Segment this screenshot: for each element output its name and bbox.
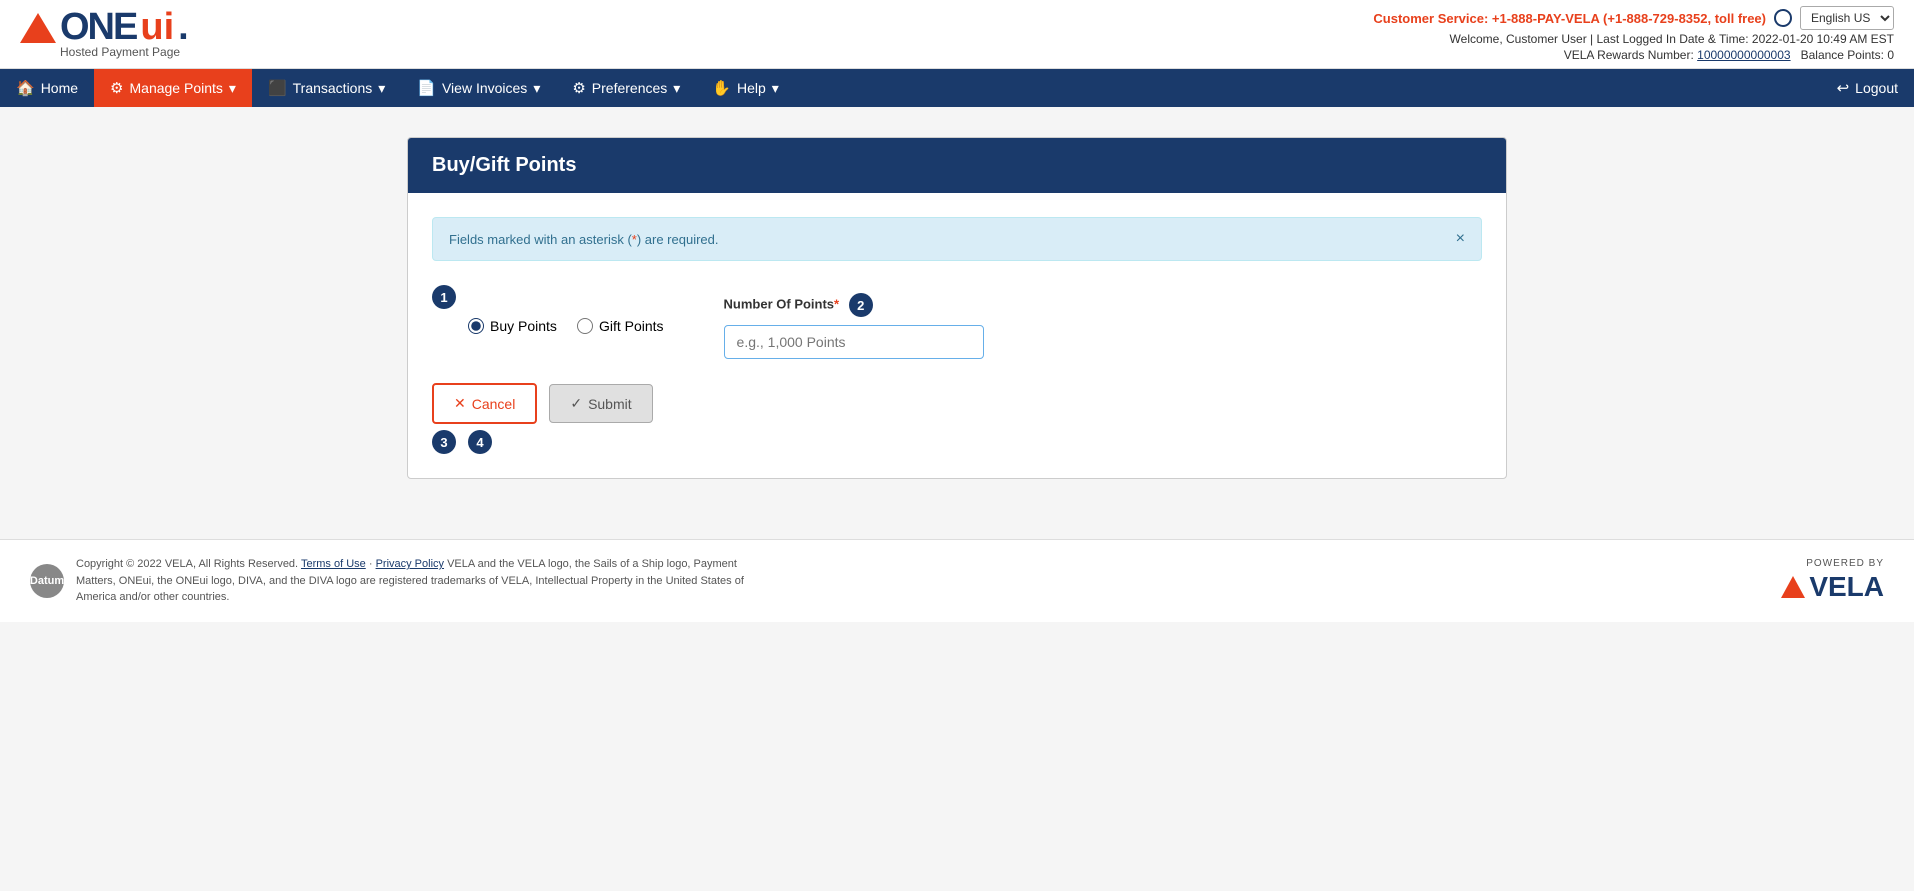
language-select[interactable]: English US [1800, 6, 1894, 30]
points-input-wrapper [724, 325, 984, 359]
transactions-icon: ⬛ [268, 79, 287, 97]
gift-points-radio[interactable] [577, 318, 593, 334]
step1-badge: 1 [432, 285, 456, 309]
vela-brand: VELA [1781, 571, 1884, 603]
nav-view-invoices[interactable]: 📄 View Invoices ▾ [401, 69, 556, 107]
logo-ui: ui [140, 6, 174, 49]
gift-points-option[interactable]: Gift Points [577, 318, 664, 334]
card-body: Fields marked with an asterisk (*) are r… [408, 193, 1506, 478]
step1-section: 1 Buy Points Gift Points [432, 285, 1482, 359]
footer-left: Datum Copyright © 2022 VELA, All Rights … [30, 556, 756, 606]
alert-message: Fields marked with an asterisk (*) are r… [449, 232, 719, 247]
nav-spacer [795, 69, 1821, 107]
cancel-x-icon: ✕ [454, 395, 466, 412]
number-of-points-group: Number Of Points* 2 [724, 293, 984, 359]
logo-dot: . [178, 6, 189, 49]
step2-badge: 2 [849, 293, 873, 317]
nav-transactions-label: Transactions [293, 80, 373, 96]
preferences-chevron: ▾ [673, 80, 680, 97]
buy-points-label: Buy Points [490, 318, 557, 334]
page-title: Buy/Gift Points [432, 154, 576, 176]
submit-button[interactable]: ✓ Submit [549, 384, 652, 423]
powered-by-label: POWERED BY [1806, 558, 1884, 569]
transactions-chevron: ▾ [378, 80, 385, 97]
logo: ONEui. [20, 6, 189, 49]
privacy-link[interactable]: Privacy Policy [376, 558, 444, 570]
buy-gift-points-card: Buy/Gift Points Fields marked with an as… [407, 137, 1507, 479]
logo-area: ONEui. Hosted Payment Page [20, 6, 189, 59]
logout-icon: ↩ [1837, 79, 1850, 97]
btn-row: ✕ Cancel ✓ Submit [432, 383, 1482, 424]
rewards-label: VELA Rewards Number: [1564, 48, 1694, 62]
invoices-icon: 📄 [417, 79, 436, 97]
number-of-points-label: Number Of Points* 2 [724, 293, 984, 317]
datum-logo: Datum [30, 564, 64, 598]
nav-preferences-label: Preferences [592, 80, 667, 96]
globe-icon [1774, 9, 1792, 27]
cancel-button[interactable]: ✕ Cancel [432, 383, 537, 424]
action-buttons-area: ✕ Cancel ✓ Submit 3 4 [432, 383, 1482, 454]
nav-help-label: Help [737, 80, 766, 96]
navbar: 🏠 Home ⚙ Manage Points ▾ ⬛ Transactions … [0, 69, 1914, 107]
welcome-line: Welcome, Customer User | Last Logged In … [1373, 32, 1894, 46]
alert-close-button[interactable]: × [1456, 230, 1465, 248]
help-chevron: ▾ [772, 80, 779, 97]
home-icon: 🏠 [16, 79, 35, 97]
nav-preferences[interactable]: ⚙ Preferences ▾ [556, 69, 696, 107]
nav-view-invoices-label: View Invoices [442, 80, 527, 96]
footer-right: POWERED BY VELA [1781, 558, 1884, 603]
vela-triangle-icon [1781, 576, 1805, 598]
customer-service-text: Customer Service: +1-888-PAY-VELA (+1-88… [1373, 11, 1766, 26]
footer-text: Copyright © 2022 VELA, All Rights Reserv… [76, 556, 756, 606]
cancel-label: Cancel [472, 396, 516, 412]
top-right-info: Customer Service: +1-888-PAY-VELA (+1-88… [1373, 6, 1894, 62]
step3-badge: 3 [432, 430, 456, 454]
nav-help[interactable]: ✋ Help ▾ [696, 69, 795, 107]
buy-points-radio[interactable] [468, 318, 484, 334]
vela-text: VELA [1809, 571, 1884, 603]
logo-triangle-icon [20, 13, 56, 43]
buy-points-option[interactable]: Buy Points [468, 318, 557, 334]
main-content: Buy/Gift Points Fields marked with an as… [387, 137, 1527, 479]
manage-points-icon: ⚙ [110, 79, 123, 97]
number-of-points-input[interactable] [724, 325, 984, 359]
balance-label: Balance Points: 0 [1801, 48, 1894, 62]
nav-manage-points-label: Manage Points [130, 80, 223, 96]
rewards-number[interactable]: 10000000000003 [1697, 48, 1790, 62]
footer-separator: · [369, 558, 373, 570]
logo-one: ONE [60, 6, 136, 49]
nav-logout[interactable]: ↩ Logout [1821, 69, 1914, 107]
nav-transactions[interactable]: ⬛ Transactions ▾ [252, 69, 401, 107]
gift-points-label: Gift Points [599, 318, 664, 334]
submit-label: Submit [588, 396, 632, 412]
manage-points-chevron: ▾ [229, 80, 236, 97]
nav-manage-points[interactable]: ⚙ Manage Points ▾ [94, 69, 252, 107]
terms-link[interactable]: Terms of Use [301, 558, 366, 570]
help-icon: ✋ [712, 79, 731, 97]
required-fields-alert: Fields marked with an asterisk (*) are r… [432, 217, 1482, 261]
logo-subtitle: Hosted Payment Page [60, 45, 189, 59]
point-type-radio-group: Buy Points Gift Points Number Of Points*… [468, 285, 984, 359]
step-badges-row: 3 4 [432, 430, 1482, 454]
nav-logout-label: Logout [1855, 80, 1898, 96]
customer-service: Customer Service: +1-888-PAY-VELA (+1-88… [1373, 6, 1894, 30]
footer: Datum Copyright © 2022 VELA, All Rights … [0, 539, 1914, 622]
top-bar: ONEui. Hosted Payment Page Customer Serv… [0, 0, 1914, 69]
card-header: Buy/Gift Points [408, 138, 1506, 193]
invoices-chevron: ▾ [533, 80, 540, 97]
preferences-icon: ⚙ [572, 79, 585, 97]
nav-home[interactable]: 🏠 Home [0, 69, 94, 107]
step4-badge: 4 [468, 430, 492, 454]
submit-check-icon: ✓ [570, 395, 582, 412]
rewards-line: VELA Rewards Number: 10000000000003 Bala… [1373, 48, 1894, 62]
nav-home-label: Home [41, 80, 78, 96]
